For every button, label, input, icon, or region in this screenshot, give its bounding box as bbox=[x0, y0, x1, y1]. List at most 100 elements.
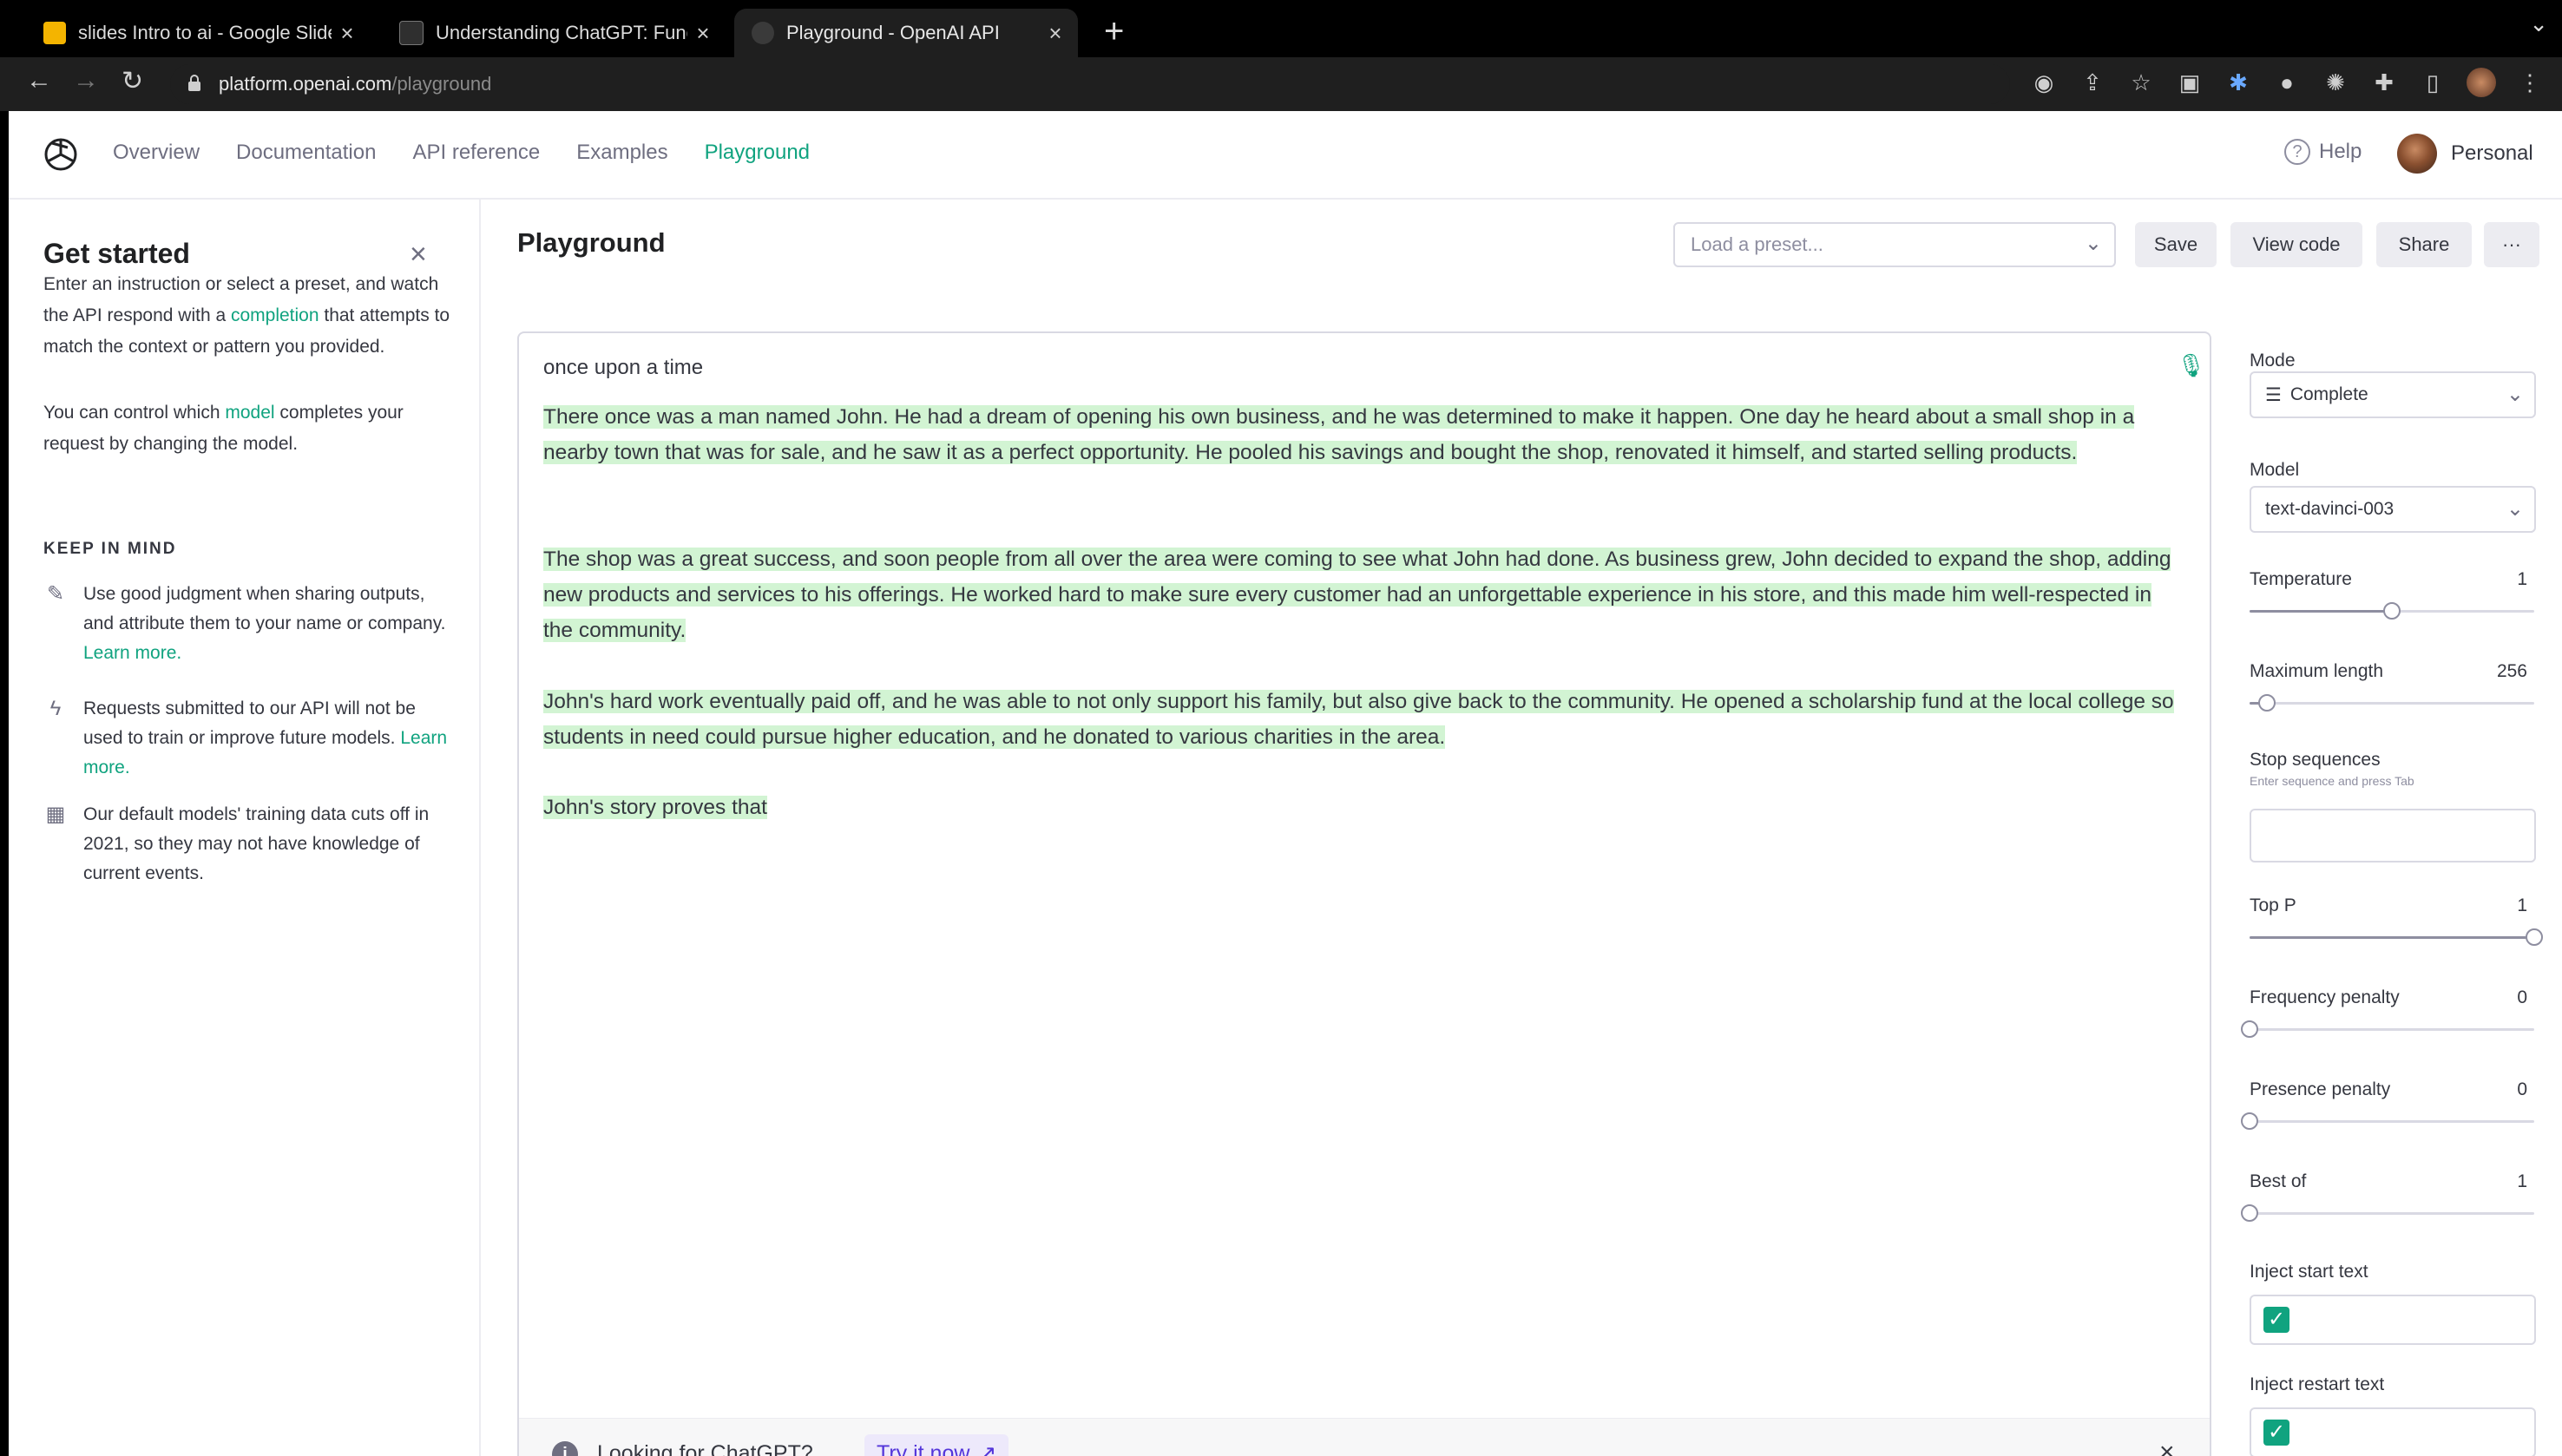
openai-logo-icon[interactable] bbox=[42, 135, 80, 174]
share-icon[interactable]: ⇪ bbox=[2078, 68, 2107, 97]
slider-thumb[interactable] bbox=[2241, 1020, 2258, 1038]
temperature-value[interactable]: 1 bbox=[2517, 569, 2527, 590]
inject-restart-row: Inject restart text bbox=[2250, 1374, 2536, 1395]
extension-grey-icon[interactable]: ▣ bbox=[2175, 68, 2204, 97]
model-label-text: Model bbox=[2250, 460, 2300, 480]
frequency-penalty-slider[interactable] bbox=[2241, 1020, 2534, 1038]
slider-thumb[interactable] bbox=[2257, 694, 2276, 712]
extension-blue-icon[interactable]: ✱ bbox=[2224, 68, 2253, 97]
inject-start-row: Inject start text bbox=[2250, 1262, 2536, 1282]
lock-icon bbox=[188, 75, 200, 91]
best-of-slider[interactable] bbox=[2241, 1204, 2534, 1222]
url-path: /playground bbox=[391, 73, 492, 95]
completion-paragraph: There once was a man named John. He had … bbox=[543, 399, 2175, 470]
avatar bbox=[2397, 134, 2437, 174]
banner-close-icon[interactable]: × bbox=[2159, 1438, 2175, 1456]
tab-title: Playground - OpenAI API bbox=[786, 22, 1000, 43]
side-panel-icon[interactable]: ▯ bbox=[2418, 68, 2447, 97]
slider-thumb[interactable] bbox=[2383, 602, 2401, 620]
checkbox-checked-icon[interactable]: ✓ bbox=[2263, 1307, 2289, 1333]
presence-penalty-slider[interactable] bbox=[2241, 1112, 2534, 1130]
nav-overview[interactable]: Overview bbox=[113, 141, 200, 165]
panel-close-icon[interactable]: × bbox=[410, 238, 427, 272]
nav-documentation[interactable]: Documentation bbox=[236, 141, 376, 165]
max-length-value[interactable]: 256 bbox=[2497, 661, 2527, 682]
try-it-now-label: Try it now bbox=[877, 1440, 970, 1456]
bolt-icon: ϟ bbox=[49, 697, 62, 720]
openai-favicon-icon bbox=[752, 22, 774, 44]
completion-paragraph: John's story proves that bbox=[543, 790, 2175, 825]
completion-link[interactable]: completion bbox=[231, 305, 319, 325]
account-menu[interactable]: Personal bbox=[2397, 134, 2533, 174]
completion-text: John's story proves that bbox=[543, 796, 767, 819]
help-icon: ? bbox=[2284, 139, 2310, 165]
nav-playground[interactable]: Playground bbox=[705, 141, 810, 165]
back-arrow-icon[interactable]: ← bbox=[26, 66, 52, 95]
tab-close-icon[interactable]: × bbox=[332, 20, 363, 47]
nav-api-reference[interactable]: API reference bbox=[412, 141, 540, 165]
address-bar[interactable]: platform.openai.com /playground bbox=[170, 64, 2010, 104]
top-p-slider[interactable] bbox=[2250, 928, 2543, 946]
browser-menu-icon[interactable]: ⋮ bbox=[2515, 68, 2545, 97]
model-select[interactable]: text-davinci-003 ⌄ bbox=[2250, 486, 2536, 533]
extension-chatgpt-icon[interactable]: ● bbox=[2272, 68, 2302, 97]
preset-select[interactable]: Load a preset... ⌄ bbox=[1673, 222, 2116, 267]
tab-search-chevron-icon[interactable]: ⌄ bbox=[2529, 10, 2548, 37]
completion-text: The shop was a great success, and soon p… bbox=[543, 548, 2171, 642]
bookmark-star-icon[interactable]: ☆ bbox=[2126, 68, 2156, 97]
presence-penalty-value[interactable]: 0 bbox=[2517, 1079, 2527, 1100]
tab-title: slides Intro to ai - Google Slides bbox=[78, 22, 332, 43]
browser-tab-slides[interactable]: slides Intro to ai - Google Slides × bbox=[26, 9, 370, 57]
max-length-slider[interactable] bbox=[2250, 694, 2534, 712]
prompt-editor[interactable]: once upon a time 🎙 There once was a man … bbox=[517, 331, 2211, 1456]
profile-avatar-icon[interactable] bbox=[2467, 68, 2496, 97]
more-options-button[interactable]: ··· bbox=[2484, 222, 2539, 267]
inject-restart-label: Inject restart text bbox=[2250, 1374, 2385, 1394]
extensions-area: ◉ ⇪ ☆ ▣ ✱ ● ✺ ✚ ▯ ⋮ bbox=[2029, 68, 2545, 97]
tip-item: ✎ Use good judgment when sharing outputs… bbox=[43, 580, 460, 668]
mode-select[interactable]: ☰ Complete ⌄ bbox=[2250, 371, 2536, 418]
google-lens-icon[interactable]: ◉ bbox=[2029, 68, 2059, 97]
view-code-button[interactable]: View code bbox=[2230, 222, 2362, 267]
checkbox-checked-icon[interactable]: ✓ bbox=[2263, 1420, 2289, 1446]
temperature-row: Temperature 1 bbox=[2250, 569, 2536, 590]
extensions-puzzle-icon[interactable]: ✚ bbox=[2369, 68, 2399, 97]
tab-close-icon[interactable]: × bbox=[1040, 20, 1071, 47]
forward-arrow-icon[interactable]: → bbox=[73, 66, 99, 95]
top-p-value[interactable]: 1 bbox=[2517, 895, 2527, 916]
help-link[interactable]: ? Help bbox=[2284, 139, 2362, 165]
slider-thumb[interactable] bbox=[2241, 1112, 2258, 1130]
reload-icon[interactable]: ↻ bbox=[122, 66, 143, 96]
browser-tab-chatgpt[interactable]: Understanding ChatGPT: Fund × bbox=[382, 9, 726, 57]
page-favicon-icon bbox=[399, 21, 424, 45]
external-link-icon: ↗ bbox=[978, 1441, 997, 1456]
url-host: platform.openai.com bbox=[219, 73, 392, 95]
inject-restart-input[interactable]: ✓ bbox=[2250, 1407, 2536, 1456]
stop-sequences-input[interactable] bbox=[2250, 809, 2536, 862]
extension-openai-icon[interactable]: ✺ bbox=[2321, 68, 2350, 97]
get-started-panel: Get started × Enter an instruction or se… bbox=[9, 200, 481, 1456]
temperature-slider[interactable] bbox=[2250, 602, 2534, 620]
learn-more-link[interactable]: Learn more. bbox=[83, 643, 181, 663]
try-it-now-link[interactable]: Try it now ↗ bbox=[864, 1434, 1009, 1456]
best-of-label: Best of bbox=[2250, 1171, 2307, 1191]
slider-thumb[interactable] bbox=[2241, 1204, 2258, 1222]
nav-examples[interactable]: Examples bbox=[576, 141, 667, 165]
tip-text: Our default models' training data cuts o… bbox=[83, 804, 430, 883]
frequency-penalty-label: Frequency penalty bbox=[2250, 987, 2400, 1007]
browser-tab-playground[interactable]: Playground - OpenAI API × bbox=[734, 9, 1078, 57]
inject-start-input[interactable]: ✓ bbox=[2250, 1295, 2536, 1345]
chevron-down-icon: ⌄ bbox=[2506, 497, 2524, 521]
model-link[interactable]: model bbox=[225, 403, 274, 423]
frequency-penalty-value[interactable]: 0 bbox=[2517, 987, 2527, 1008]
best-of-value[interactable]: 1 bbox=[2517, 1171, 2527, 1192]
share-button[interactable]: Share bbox=[2376, 222, 2472, 267]
microphone-icon[interactable]: 🎙 bbox=[2177, 352, 2205, 379]
new-tab-button[interactable]: + bbox=[1104, 12, 1124, 51]
slider-thumb[interactable] bbox=[2526, 928, 2543, 946]
tip-text: Use good judgment when sharing outputs, … bbox=[83, 584, 446, 633]
tab-close-icon[interactable]: × bbox=[687, 20, 719, 47]
presence-penalty-row: Presence penalty 0 bbox=[2250, 1079, 2536, 1100]
save-button[interactable]: Save bbox=[2135, 222, 2217, 267]
tip-item: ▦ Our default models' training data cuts… bbox=[43, 800, 460, 889]
